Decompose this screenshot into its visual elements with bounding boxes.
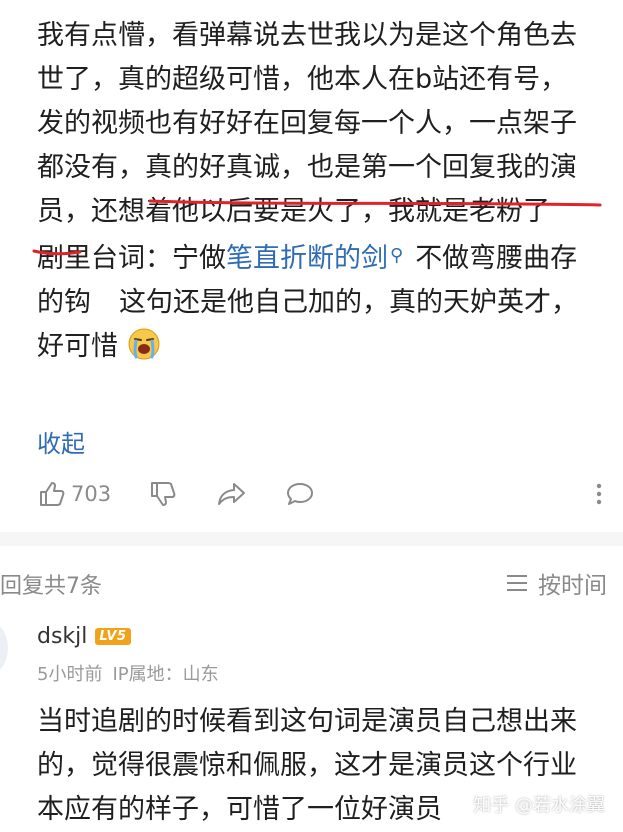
section-divider xyxy=(0,532,623,546)
quote-prefix: 剧里台词：宁做 xyxy=(37,243,226,274)
more-icon xyxy=(596,483,602,505)
reply-user: dskjl LV5 xyxy=(37,624,131,649)
comment-line: 好可惜 xyxy=(37,325,607,369)
comment-line: 都没有，真的好真诚，也是第一个回复我的演 xyxy=(37,152,577,183)
watermark: 知乎 @若水涂翼 xyxy=(473,795,605,816)
dislike-button[interactable] xyxy=(148,474,178,514)
quote-end: 的钩 xyxy=(37,287,91,318)
comment-line: 发的视频也有好好在回复每一个人，一点架子 xyxy=(37,108,577,139)
comment-line: 世了，真的超级可惜，他本人在b站还有号， xyxy=(37,64,568,95)
reply-ip-location: IP属地：山东 xyxy=(112,664,219,685)
reply-button[interactable] xyxy=(284,474,316,514)
thumb-up-icon xyxy=(40,482,65,506)
keyword-search-link[interactable]: 笔直折断的剑 ⚲ xyxy=(226,243,403,274)
keyword-link-text: 笔直折断的剑 xyxy=(226,243,388,274)
reply-meta: 5小时前 IP属地：山东 xyxy=(37,660,229,686)
share-button[interactable] xyxy=(216,474,248,514)
more-options-button[interactable] xyxy=(590,474,608,514)
like-count: 703 xyxy=(71,482,112,506)
share-icon xyxy=(218,483,245,505)
replies-header: 回复共7条 按时间 xyxy=(0,546,623,616)
comment-icon xyxy=(287,483,313,505)
crying-emoji-icon xyxy=(128,328,160,360)
comment-line-quote: 剧里台词：宁做笔直折断的剑 ⚲ 不做弯腰曲存 xyxy=(37,234,607,281)
comment-body: 我有点懵，看弹幕说去世我以为是这个角色去 世了，真的超级可惜，他本人在b站还有号… xyxy=(37,14,607,369)
comment-line: 员，还想着他以后要是火了，我就是老粉了 xyxy=(37,196,550,227)
thumb-down-icon xyxy=(151,482,176,506)
search-icon: ⚲ xyxy=(390,245,404,266)
comment-line: 我有点懵，看弹幕说去世我以为是这个角色去 xyxy=(37,20,577,51)
sort-by-time-button[interactable]: 按时间 xyxy=(506,566,607,600)
sort-label: 按时间 xyxy=(538,573,607,599)
reply-line: 的，觉得很震惊和佩服，这才是演员这个行业 xyxy=(37,750,577,781)
reply-count-label: 回复共7条 xyxy=(0,574,102,599)
avatar[interactable] xyxy=(0,622,8,674)
comment-remark: 这句还是他自己加的，真的天妒英才， xyxy=(119,287,578,318)
comment-line: 的钩 这句还是他自己加的，真的天妒英才， xyxy=(37,281,607,325)
collapse-link[interactable]: 收起 xyxy=(37,424,85,459)
level-badge: LV5 xyxy=(95,628,131,645)
like-button[interactable]: 703 xyxy=(37,474,111,514)
comment-closing: 好可惜 xyxy=(37,331,118,362)
reply-username[interactable]: dskjl xyxy=(37,624,87,649)
comment-action-bar: 703 xyxy=(0,474,623,514)
quote-suffix: 不做弯腰曲存 xyxy=(415,243,578,274)
sort-icon xyxy=(507,575,527,591)
main-comment: 我有点懵，看弹幕说去世我以为是这个角色去 世了，真的超级可惜，他本人在b站还有号… xyxy=(0,0,623,530)
reply-line: 当时追剧的时候看到这句词是演员自己想出来 xyxy=(37,706,577,737)
reply-time: 5小时前 xyxy=(37,664,103,685)
